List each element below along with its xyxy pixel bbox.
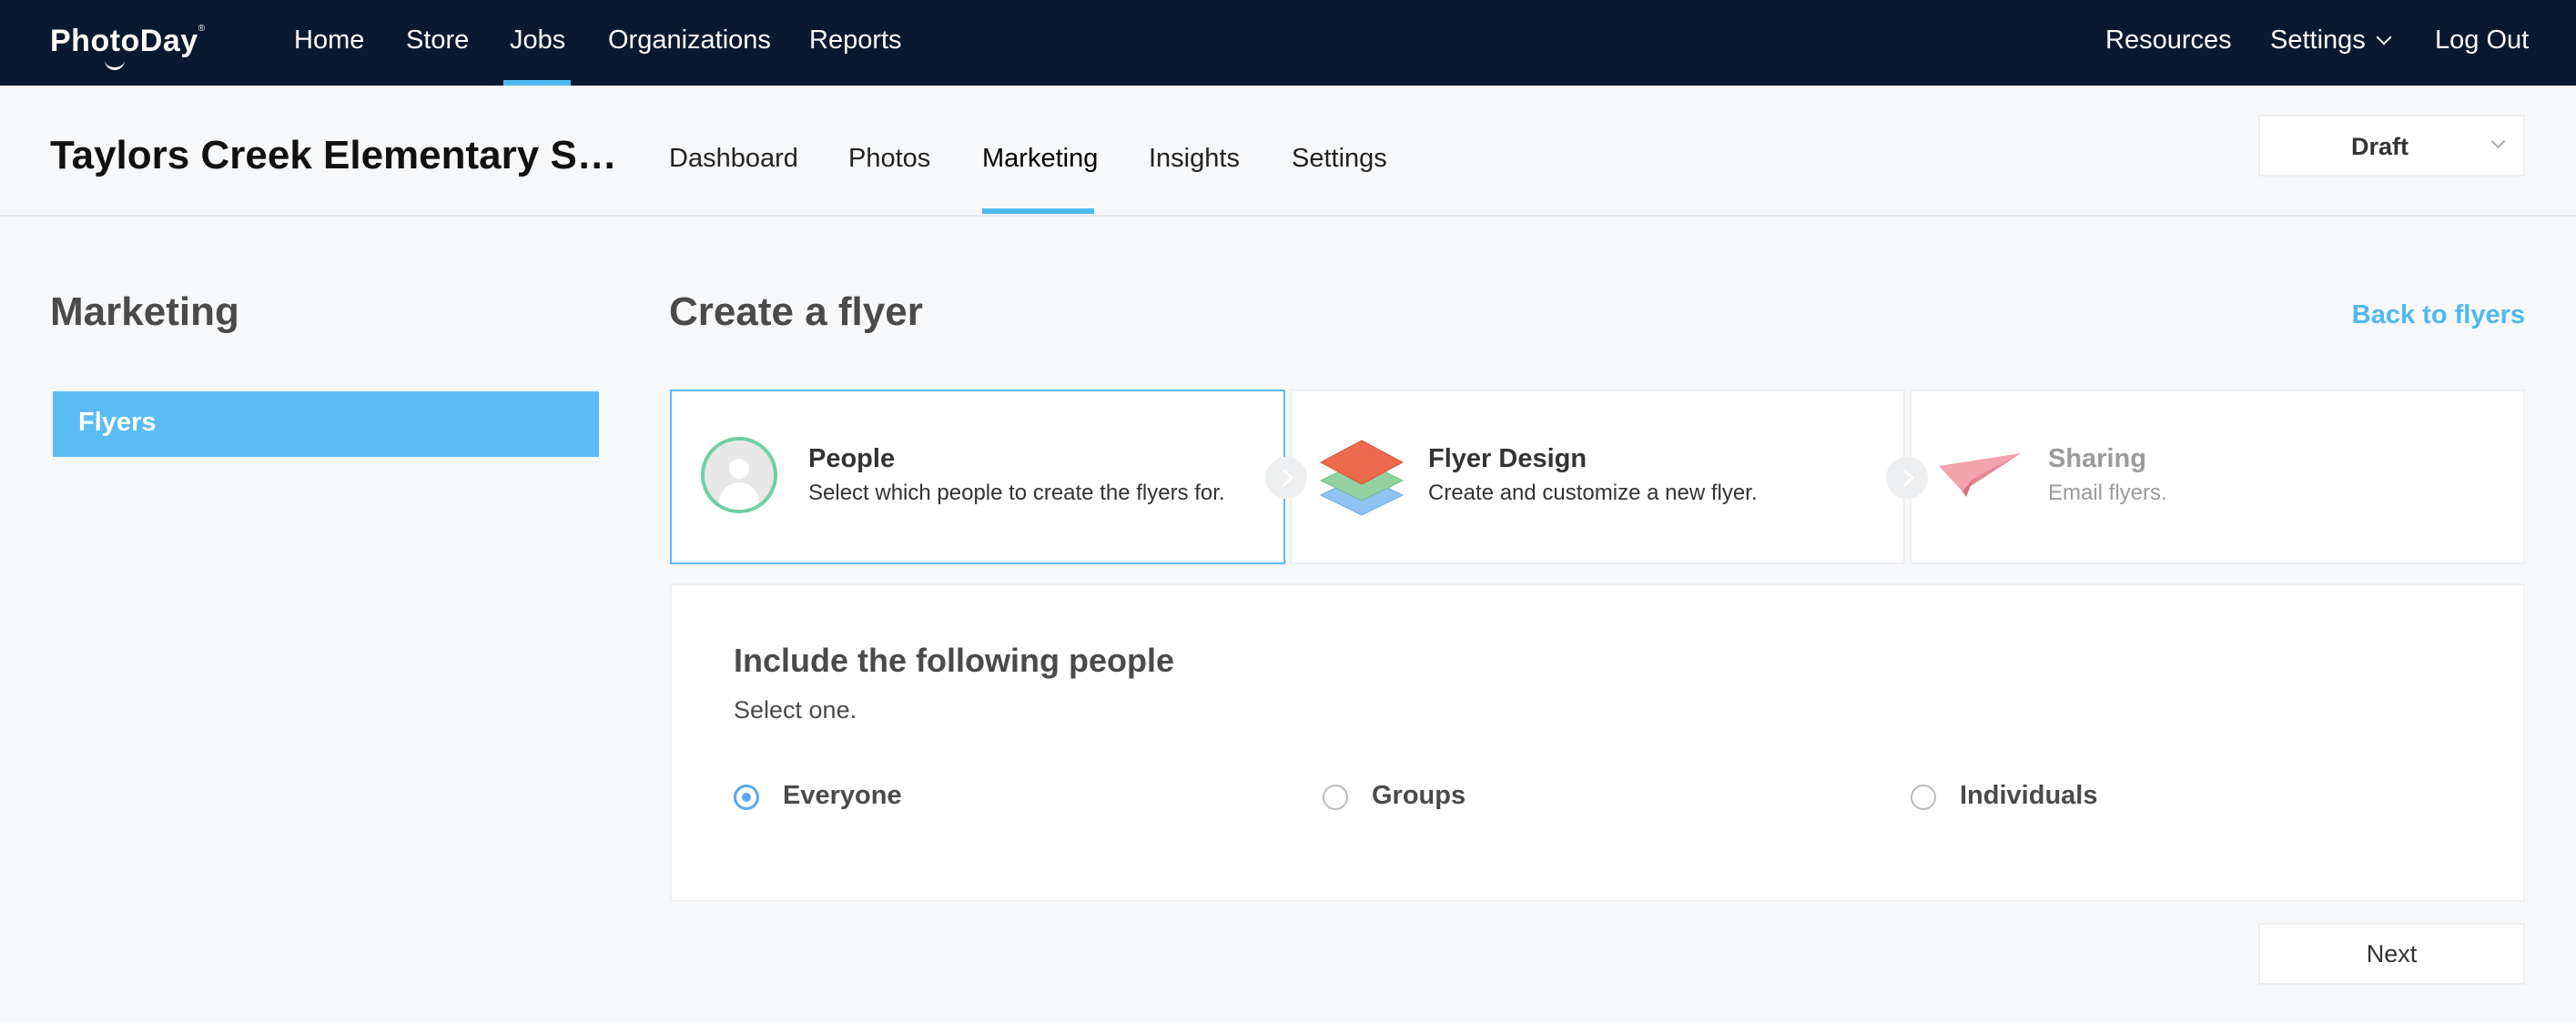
nav-store[interactable]: Store (406, 25, 469, 56)
card-title: Include the following people (734, 642, 1174, 679)
step-title: Flyer Design (1428, 444, 1587, 473)
nav-resources[interactable]: Resources (2105, 25, 2232, 56)
paper-plane-icon (1939, 453, 2021, 497)
job-status-select[interactable]: Draft (2258, 115, 2525, 177)
nav-logout[interactable]: Log Out (2435, 25, 2529, 56)
nav-settings-menu[interactable]: Settings (2270, 25, 2392, 56)
back-to-flyers-link[interactable]: Back to flyers (2352, 300, 2525, 330)
tab-photos[interactable]: Photos (848, 144, 930, 174)
step-title: People (808, 444, 896, 473)
status-value: Draft (2351, 133, 2409, 160)
layers-icon (1319, 440, 1405, 516)
radio-label: Groups (1372, 781, 1466, 810)
step-description: Select which people to create the flyers… (808, 481, 1225, 505)
top-navbar: PhotoDay® Home Store Jobs Organizations … (0, 0, 2576, 86)
nav-reports[interactable]: Reports (809, 25, 902, 56)
tab-active-indicator (982, 208, 1094, 214)
photoday-logo[interactable]: PhotoDay® (50, 24, 206, 70)
chevron-down-icon (2490, 134, 2506, 149)
person-avatar-icon (701, 437, 777, 513)
sidebar-title: Marketing (50, 289, 239, 334)
step-people[interactable]: People Select which people to create the… (670, 390, 1285, 564)
step-description: Create and customize a new flyer. (1428, 481, 1758, 505)
radio-selected-icon (734, 785, 759, 810)
nav-settings-label: Settings (2270, 25, 2366, 55)
page-title: Create a flyer (669, 289, 923, 334)
card-subtitle: Select one. (734, 696, 857, 724)
radio-unselected-icon (1323, 785, 1348, 810)
job-title: Taylors Creek Elementary S… (50, 133, 617, 177)
step-flyer-design[interactable]: Flyer Design Create and customize a new … (1290, 390, 1905, 564)
radio-label: Individuals (1960, 781, 2098, 810)
tab-dashboard[interactable]: Dashboard (669, 144, 798, 174)
sidebar-item-flyers[interactable]: Flyers (53, 391, 599, 457)
tab-marketing[interactable]: Marketing (982, 144, 1098, 174)
next-button[interactable]: Next (2258, 923, 2525, 985)
logo-smile-mark (105, 56, 125, 70)
step-sharing: Sharing Email flyers. (1910, 390, 2525, 564)
step-arrow-icon (1886, 457, 1928, 499)
radio-unselected-icon (1911, 785, 1936, 810)
chevron-down-icon (2376, 29, 2392, 46)
radio-label: Everyone (783, 781, 902, 810)
include-people-card: Include the following people Select one.… (670, 583, 2525, 902)
nav-home[interactable]: Home (294, 25, 364, 56)
step-description: Email flyers. (2048, 481, 2167, 505)
nav-jobs[interactable]: Jobs (510, 25, 565, 56)
tab-insights[interactable]: Insights (1149, 144, 1240, 174)
step-arrow-icon (1265, 457, 1307, 499)
nav-organizations[interactable]: Organizations (608, 25, 771, 56)
tab-settings[interactable]: Settings (1292, 144, 1387, 174)
job-header: Taylors Creek Elementary S… Dashboard Ph… (0, 86, 2576, 217)
step-title: Sharing (2048, 444, 2146, 473)
logo-text: PhotoDay (50, 24, 198, 58)
logo-registered-mark: ® (198, 24, 206, 34)
